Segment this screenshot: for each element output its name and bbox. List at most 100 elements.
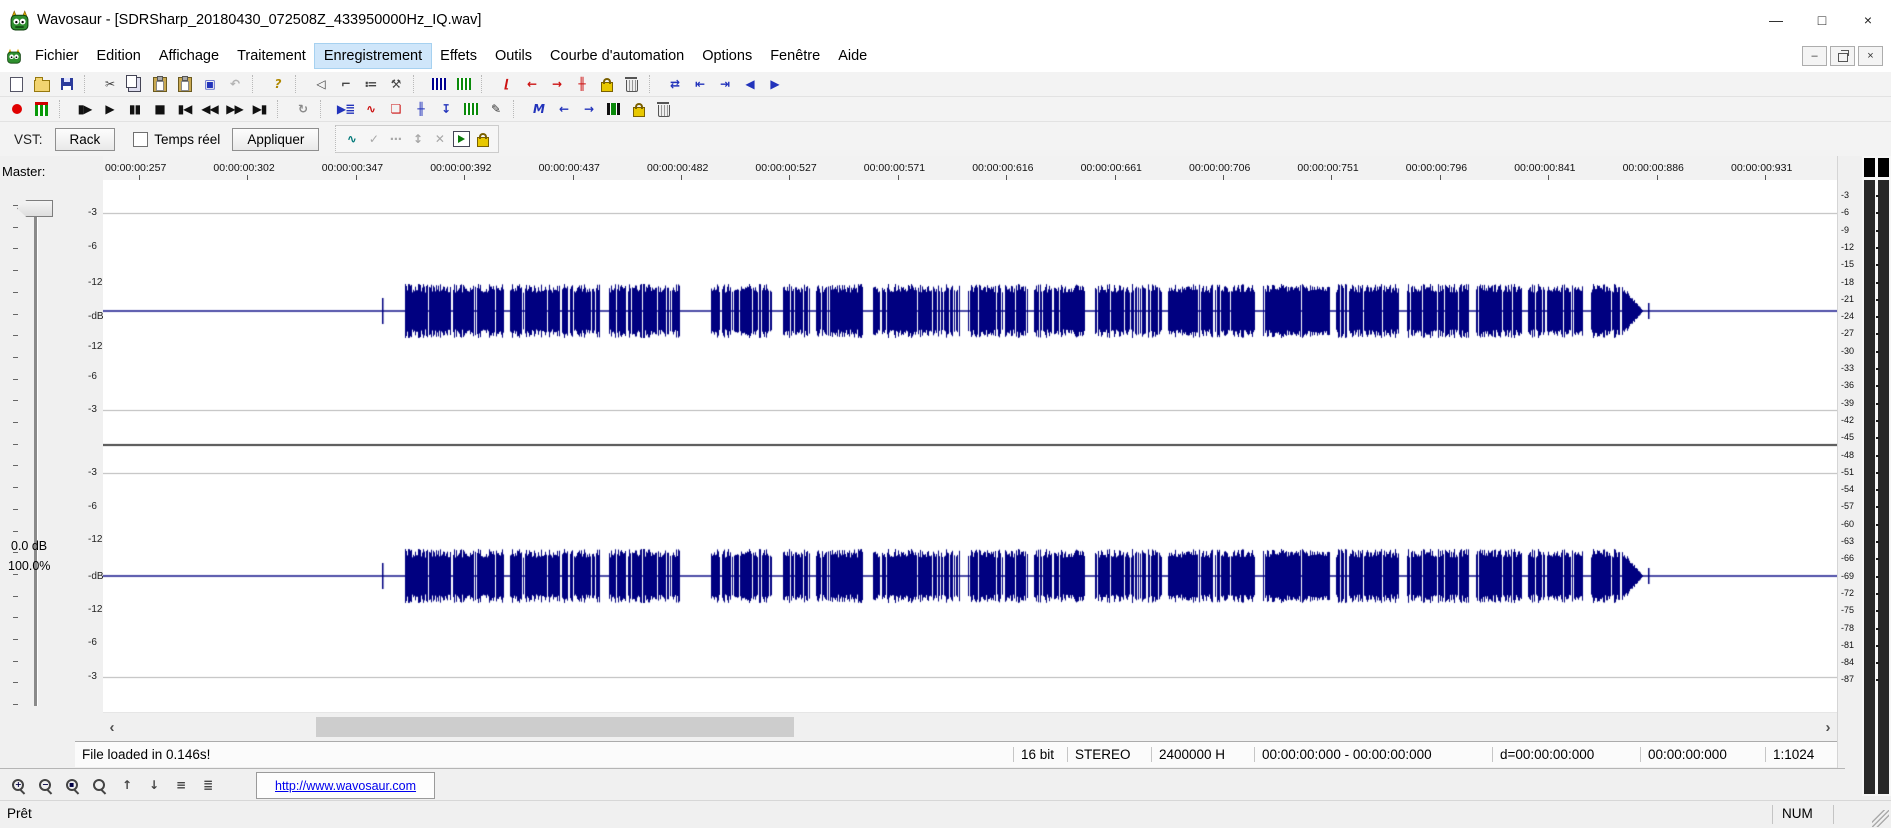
- marker-delete-button[interactable]: [619, 73, 644, 95]
- spectrum-view-button[interactable]: [458, 98, 483, 120]
- scroll-left-button[interactable]: ‹: [103, 713, 121, 741]
- marker-move-right-button[interactable]: →: [576, 98, 601, 120]
- paste-insert-button[interactable]: [172, 73, 197, 95]
- new-file-button[interactable]: [4, 73, 29, 95]
- marker-m-button[interactable]: M: [526, 98, 551, 120]
- automation-points-button[interactable]: ⋯: [384, 128, 406, 150]
- mdi-close-button[interactable]: ×: [1858, 46, 1883, 66]
- stop-button[interactable]: ■: [147, 98, 172, 120]
- audio-routing-button[interactable]: ⌐: [333, 73, 358, 95]
- go-to-end-button[interactable]: ▶▮: [247, 98, 272, 120]
- mdi-minimize-button[interactable]: –: [1802, 46, 1827, 66]
- zoom-vertical-out-button[interactable]: ↓: [141, 774, 166, 796]
- zoom-out-button[interactable]: −: [33, 774, 58, 796]
- menu-item-courbe-d-automation[interactable]: Courbe d'automation: [541, 44, 693, 68]
- monitor-levels-button[interactable]: [29, 98, 54, 120]
- scrollbar-thumb[interactable]: [316, 717, 794, 737]
- single-channel-view-button[interactable]: ≡: [168, 774, 193, 796]
- h-scrollbar[interactable]: ‹ ›: [103, 712, 1837, 741]
- help-button[interactable]: ?: [265, 73, 290, 95]
- dual-channel-view-button[interactable]: ≣: [195, 774, 220, 796]
- close-button[interactable]: ×: [1845, 0, 1891, 40]
- menu-item-aide[interactable]: Aide: [829, 44, 876, 68]
- snap-selection-right-button[interactable]: ⇥: [712, 73, 737, 95]
- status-selection-range: 00:00:00:000 - 00:00:00:000: [1254, 747, 1492, 762]
- go-to-start-button[interactable]: ▮◀: [172, 98, 197, 120]
- menu-item-enregistrement[interactable]: Enregistrement: [315, 44, 431, 68]
- delete-button[interactable]: [651, 98, 676, 120]
- record-button[interactable]: [4, 98, 29, 120]
- nudge-left-icon: ◀: [745, 78, 753, 90]
- menu-item-affichage[interactable]: Affichage: [150, 44, 228, 68]
- play-from-cursor-button[interactable]: ▮▶: [72, 98, 97, 120]
- crop-selection-button[interactable]: ▣: [197, 73, 222, 95]
- swap-channels-button[interactable]: ⇄: [662, 73, 687, 95]
- automation-lock-button[interactable]: [472, 128, 494, 150]
- menu-item-outils[interactable]: Outils: [486, 44, 541, 68]
- marker-drop-button[interactable]: ⌊: [494, 73, 519, 95]
- save-file-button[interactable]: [54, 73, 79, 95]
- wavosaur-link[interactable]: http://www.wavosaur.com: [275, 779, 416, 793]
- marker-next-button[interactable]: →: [544, 73, 569, 95]
- master-slider-track[interactable]: [34, 204, 38, 706]
- paste-button[interactable]: [147, 73, 172, 95]
- waveform-display[interactable]: [103, 180, 1837, 712]
- zoom-selection-button[interactable]: ▪: [60, 774, 85, 796]
- automation-apply-button[interactable]: ✓: [362, 128, 384, 150]
- zoom-all-button[interactable]: [87, 774, 112, 796]
- zoom-vertical-in-button[interactable]: ↑: [114, 774, 139, 796]
- marker-move-left-button[interactable]: ←: [551, 98, 576, 120]
- vst-rack-button[interactable]: Rack: [55, 128, 116, 151]
- open-file-button[interactable]: [29, 73, 54, 95]
- normalize-button[interactable]: ↧: [433, 98, 458, 120]
- timeline-ruler[interactable]: 00:00:00:25700:00:00:30200:00:00:34700:0…: [103, 156, 1837, 181]
- automation-curve-button[interactable]: ∿: [340, 128, 362, 150]
- resize-grip[interactable]: [1872, 810, 1889, 827]
- menu-item-edition[interactable]: Edition: [88, 44, 150, 68]
- marker-grid-button[interactable]: ╫: [569, 73, 594, 95]
- marker-previous-button[interactable]: ←: [519, 73, 544, 95]
- db-label-right: -57: [1841, 501, 1854, 511]
- menu-item-fichier[interactable]: Fichier: [26, 44, 88, 68]
- automation-clear-button[interactable]: ✕: [428, 128, 450, 150]
- menu-item-fen-tre[interactable]: Fenêtre: [761, 44, 829, 68]
- waveform-zoom-view-button[interactable]: [426, 73, 451, 95]
- nudge-left-button[interactable]: ◀: [737, 73, 762, 95]
- menu-item-traitement[interactable]: Traitement: [228, 44, 315, 68]
- menu-item-options[interactable]: Options: [693, 44, 761, 68]
- rewind-button[interactable]: ◀◀: [197, 98, 222, 120]
- copy-button[interactable]: [122, 73, 147, 95]
- copy-window-button[interactable]: ❏: [383, 98, 408, 120]
- realtime-checkbox[interactable]: [133, 132, 148, 147]
- waveform-overview-button[interactable]: [451, 73, 476, 95]
- minimize-button[interactable]: —: [1753, 0, 1799, 40]
- sample-properties-button[interactable]: ≔: [358, 73, 383, 95]
- maximize-button[interactable]: □: [1799, 0, 1845, 40]
- play-marked-zone-button[interactable]: [601, 98, 626, 120]
- master-slider-handle[interactable]: [17, 200, 53, 217]
- scroll-right-button[interactable]: ›: [1819, 713, 1837, 741]
- playlist-insert-button[interactable]: ▶≣: [333, 98, 358, 120]
- audio-device-button[interactable]: ◁: [308, 73, 333, 95]
- undo-button[interactable]: ↶: [222, 73, 247, 95]
- automation-play-button[interactable]: [450, 128, 472, 150]
- fast-forward-button[interactable]: ▶▶: [222, 98, 247, 120]
- lock-button[interactable]: [626, 98, 651, 120]
- snap-selection-left-button[interactable]: ⇤: [687, 73, 712, 95]
- mdi-restore-button[interactable]: [1830, 46, 1855, 66]
- vst-apply-button[interactable]: Appliquer: [232, 128, 319, 151]
- play-button[interactable]: ▶: [97, 98, 122, 120]
- pause-button[interactable]: ▮▮: [122, 98, 147, 120]
- marker-lock-button[interactable]: [594, 73, 619, 95]
- draw-pencil-button[interactable]: ✎: [483, 98, 508, 120]
- zoom-in-button[interactable]: +: [6, 774, 31, 796]
- loop-toggle-button[interactable]: ↻: [290, 98, 315, 120]
- automation-scale-button[interactable]: ↕: [406, 128, 428, 150]
- statistics-button[interactable]: ∿: [358, 98, 383, 120]
- menu-item-effets[interactable]: Effets: [431, 44, 486, 68]
- nudge-right-button[interactable]: ▶: [762, 73, 787, 95]
- configuration-wrench-button[interactable]: ⚒: [383, 73, 408, 95]
- cut-icon: ✂: [105, 78, 114, 90]
- cut-button[interactable]: ✂: [97, 73, 122, 95]
- interpolate-button[interactable]: ╫: [408, 98, 433, 120]
